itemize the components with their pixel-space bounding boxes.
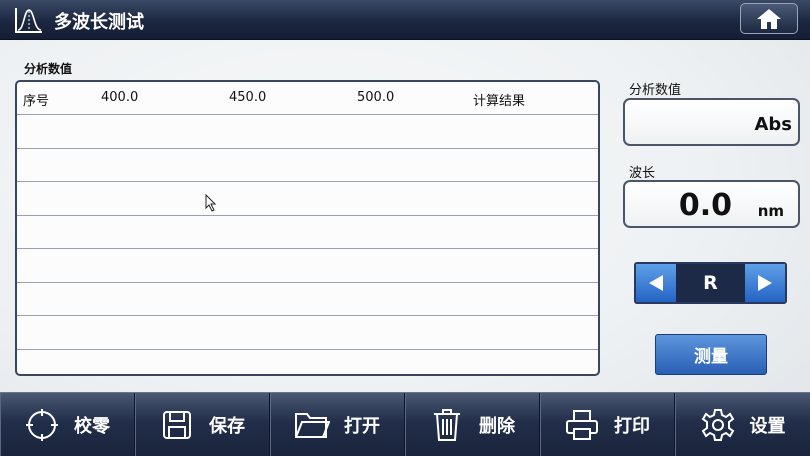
wavelength-unit: nm [757, 202, 784, 220]
print-label: 打印 [614, 415, 650, 437]
table-row[interactable] [17, 216, 598, 249]
home-icon [757, 8, 781, 29]
column-header-wl3: 500.0 [357, 90, 395, 105]
app-title: 多波长测试 [54, 12, 144, 33]
open-label: 打开 [344, 415, 380, 437]
previous-mode-button[interactable] [636, 264, 676, 302]
table-row[interactable] [17, 249, 598, 283]
printer-icon [564, 407, 600, 443]
wavelength-label: 波长 [629, 166, 656, 181]
measure-button[interactable]: 测量 [655, 334, 767, 375]
spectrum-logo-icon [15, 8, 42, 33]
next-mode-button[interactable] [745, 264, 785, 302]
arrow-right-icon [758, 275, 772, 291]
bottom-toolbar: 校零 保存 打开 删除 打印 设置 [0, 392, 810, 456]
wavelength-display: 0.0 nm [623, 180, 800, 228]
settings-button[interactable]: 设置 [675, 393, 810, 456]
wavelength-value: 0.0 [678, 188, 732, 223]
arrow-left-icon [649, 275, 663, 291]
data-table: 序号 400.0 450.0 500.0 计算结果 [15, 80, 600, 376]
print-button[interactable]: 打印 [540, 393, 675, 456]
home-button[interactable] [740, 3, 798, 34]
title-bar: 多波长测试 [0, 0, 810, 40]
column-header-wl1: 400.0 [101, 90, 139, 105]
gear-icon [700, 407, 736, 443]
zero-icon [24, 407, 60, 443]
save-button[interactable]: 保存 [135, 393, 270, 456]
abs-unit: Abs [754, 114, 792, 135]
column-header-wl2: 450.0 [229, 90, 267, 105]
column-header-index: 序号 [23, 94, 50, 109]
column-header-result: 计算结果 [473, 94, 526, 109]
analysis-value-display: Abs [623, 98, 800, 146]
table-row[interactable] [17, 350, 598, 375]
mode-value: R [703, 272, 718, 294]
table-header: 序号 400.0 450.0 500.0 计算结果 [17, 82, 598, 115]
delete-button[interactable]: 删除 [405, 393, 540, 456]
table-row[interactable] [17, 149, 598, 182]
folder-icon [294, 407, 330, 443]
settings-label: 设置 [749, 415, 786, 437]
table-row[interactable] [17, 316, 598, 350]
save-label: 保存 [209, 415, 245, 437]
open-button[interactable]: 打开 [270, 393, 405, 456]
zero-label: 校零 [74, 415, 110, 437]
table-label: 分析数值 [24, 62, 73, 76]
table-row[interactable] [17, 182, 598, 216]
table-row[interactable] [17, 115, 598, 149]
mode-selector: R [634, 262, 787, 304]
table-row[interactable] [17, 283, 598, 316]
save-icon [159, 407, 195, 443]
analysis-value-label: 分析数值 [629, 83, 682, 98]
zero-button[interactable]: 校零 [0, 393, 135, 456]
mouse-cursor-icon [205, 194, 217, 212]
trash-icon [429, 407, 465, 443]
delete-label: 删除 [479, 415, 515, 437]
